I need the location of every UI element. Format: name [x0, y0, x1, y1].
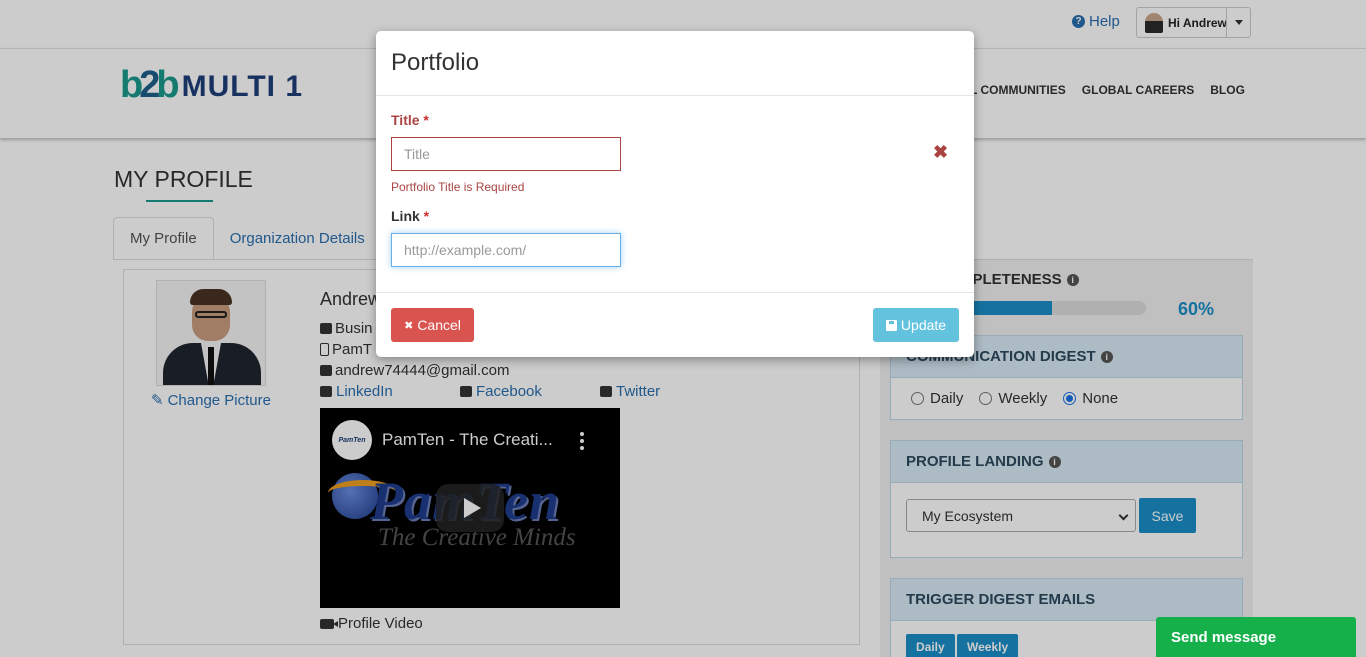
remove-item-icon[interactable]: ✖ [933, 142, 948, 162]
title-error-message: Portfolio Title is Required [391, 180, 525, 194]
modal-footer: ✖ Cancel Update [376, 292, 974, 357]
save-icon [885, 319, 897, 331]
link-input[interactable] [391, 233, 621, 267]
modal-header: Portfolio [376, 31, 974, 96]
link-label: Link * [391, 208, 430, 224]
required-mark: * [423, 208, 430, 224]
close-icon: ✖ [404, 319, 414, 332]
title-label: Title * [391, 112, 429, 128]
update-button[interactable]: Update [873, 308, 959, 342]
send-message-button[interactable]: Send message [1156, 617, 1356, 657]
required-mark: * [423, 112, 429, 128]
portfolio-modal: Portfolio Title * Portfolio Title is Req… [376, 31, 974, 357]
modal-title: Portfolio [391, 49, 480, 76]
cancel-button[interactable]: ✖ Cancel [391, 308, 474, 342]
title-input[interactable] [391, 137, 621, 171]
